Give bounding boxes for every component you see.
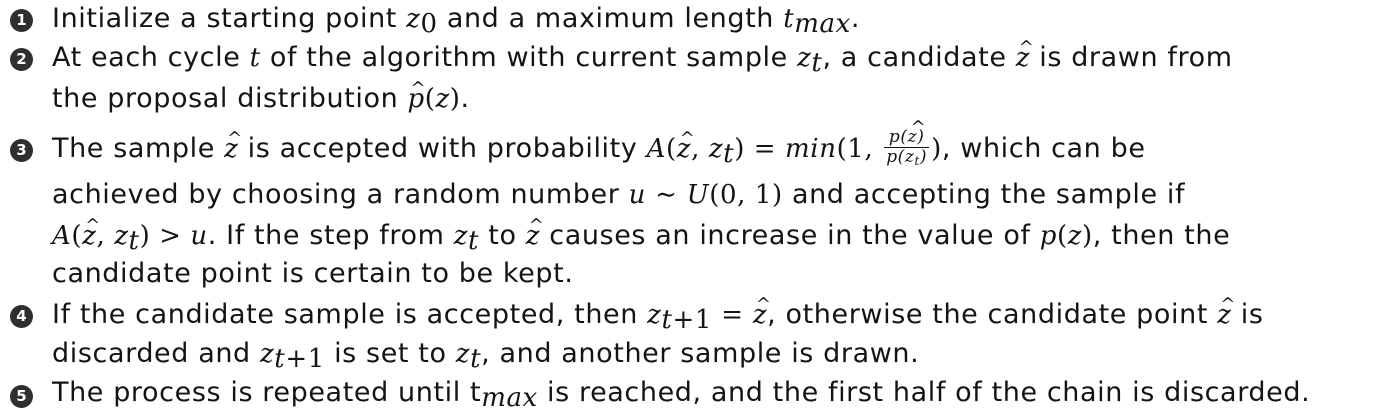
step-4-line-2: discarded and zt+1 is set to zt, and ano… <box>52 338 920 374</box>
step-5-line-1: The process is repeated until tmax is re… <box>52 377 1311 413</box>
step-3-line-4: candidate point is certain to be kept. <box>52 258 574 289</box>
algorithm-step-list: 1 Initialize a starting point z0 and a m… <box>0 0 1400 417</box>
step-number-badge: 4 <box>10 305 33 328</box>
step-2-line-2: the proposal distribution p(z). <box>52 72 470 116</box>
step-2-line-1: At each cycle t of the algorithm with cu… <box>52 31 1233 76</box>
step-3-line-3: A(z, zt) > u. If the step from zt to z c… <box>52 209 1230 254</box>
step-3-line-2: achieved by choosing a random number u ∼… <box>52 179 1186 210</box>
step-number-badge: 5 <box>10 385 33 408</box>
step-1-line-1: Initialize a starting point z0 and a max… <box>52 3 861 39</box>
step-number-badge: 2 <box>10 48 33 71</box>
step-4-line-1: If the candidate sample is accepted, the… <box>52 288 1263 333</box>
step-3-line-1: The sample z is accepted with probabilit… <box>52 118 1146 169</box>
acceptance-ratio-fraction: p(z)p(zt) <box>884 118 930 167</box>
step-number-badge: 1 <box>10 9 33 32</box>
step-number-badge: 3 <box>10 139 33 162</box>
